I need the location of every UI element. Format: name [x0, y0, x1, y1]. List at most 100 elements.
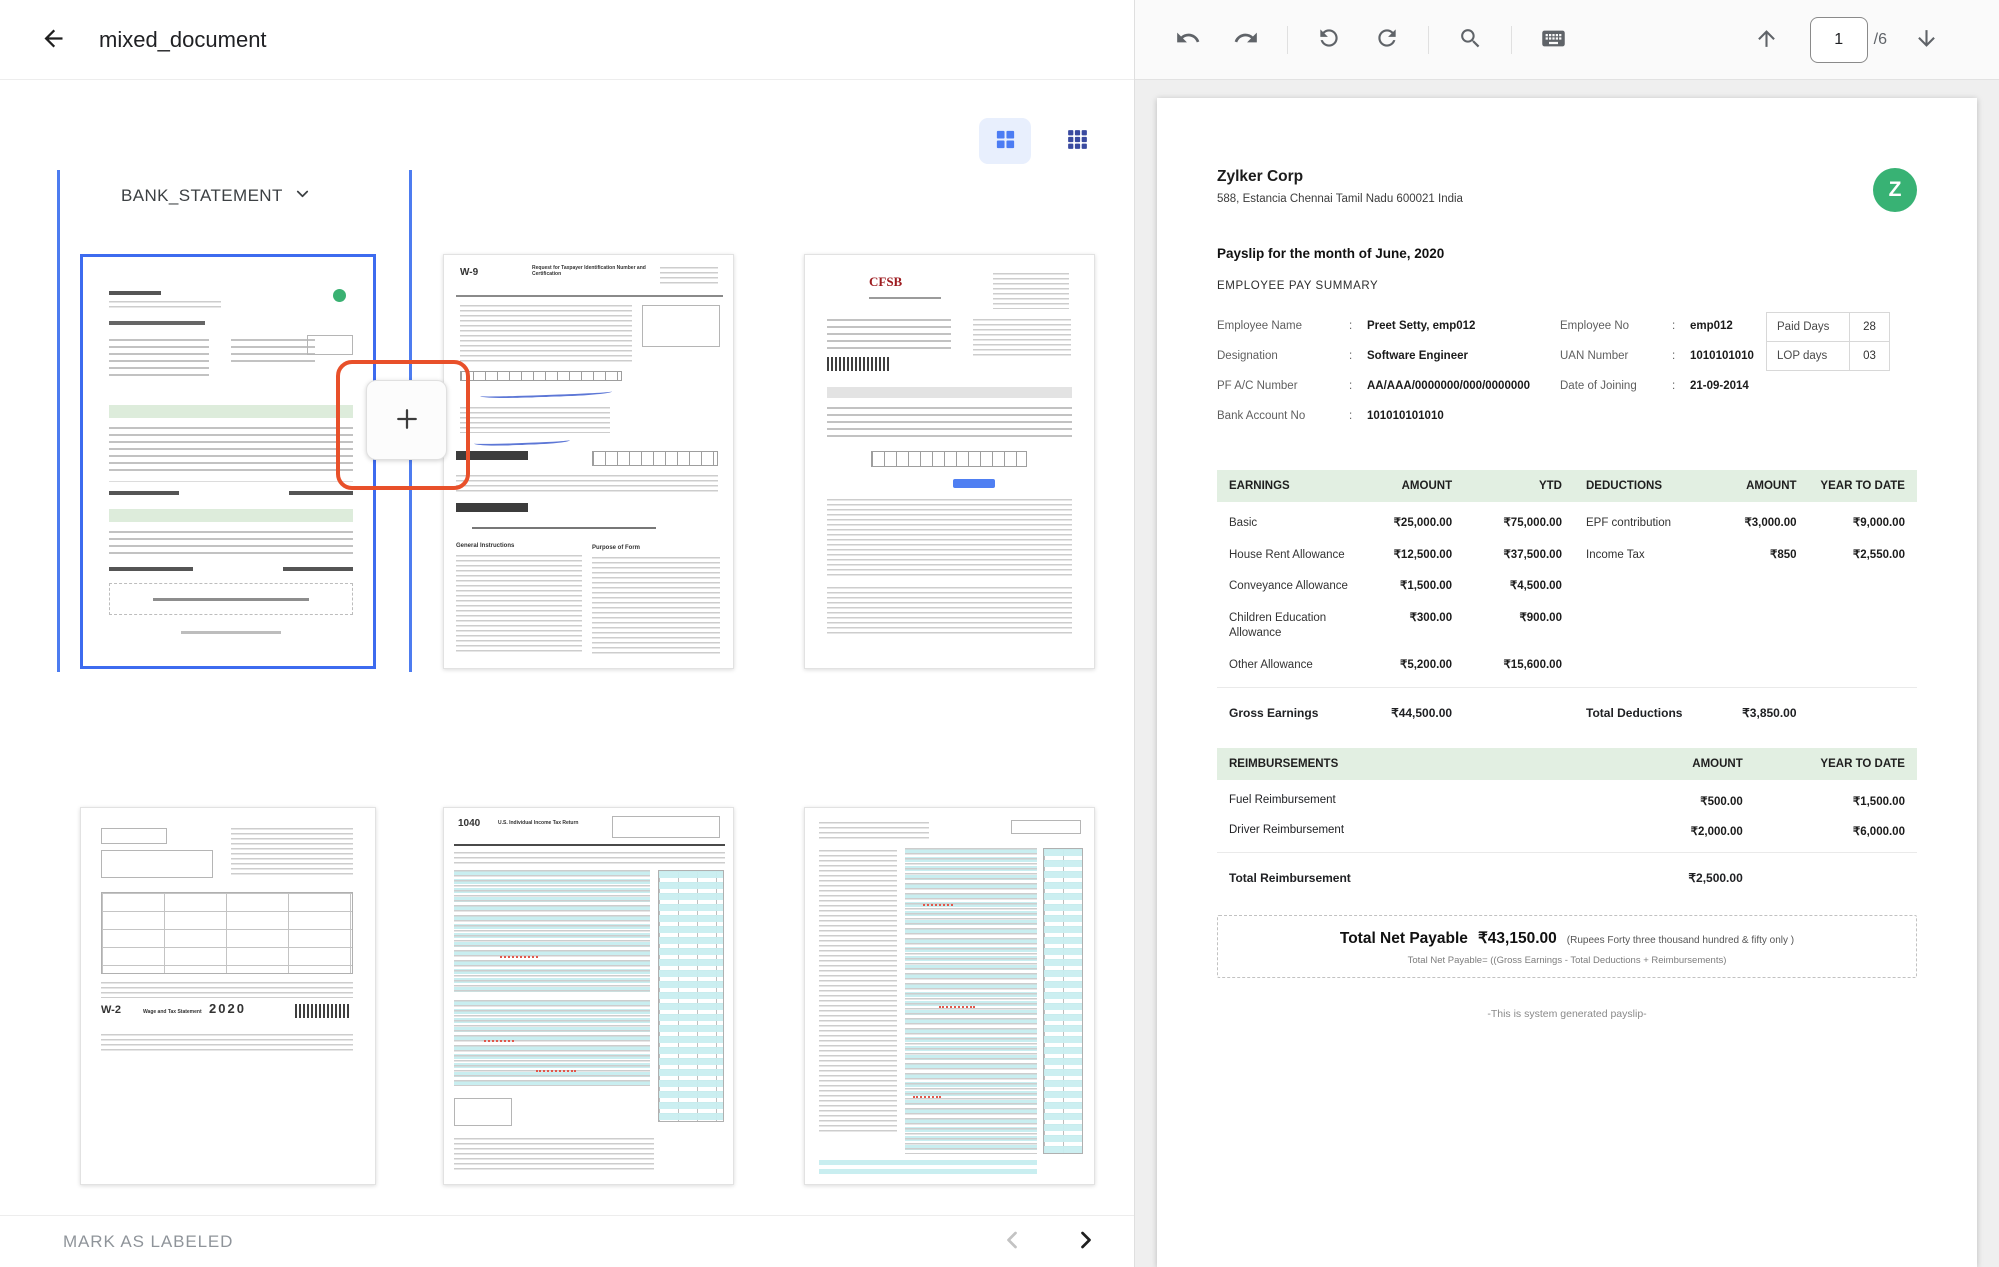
- colon: :: [1672, 378, 1690, 394]
- decor: [592, 451, 718, 466]
- back-arrow-icon: [40, 25, 67, 55]
- grid-3x3-dots-icon: [1065, 127, 1090, 155]
- search-button[interactable]: [1447, 17, 1493, 63]
- decor: [869, 297, 941, 299]
- f1040-form-number: 1040: [458, 818, 480, 830]
- previous-page-button[interactable]: [998, 1226, 1026, 1257]
- rotate-left-button[interactable]: [1306, 17, 1352, 63]
- deductions-header: DEDUCTIONS AMOUNT YEAR TO DATE: [1574, 470, 1917, 502]
- decor: [283, 567, 353, 571]
- decor: [905, 848, 1037, 1154]
- previous-document-page-button[interactable]: [1744, 17, 1790, 63]
- group-label-bank-statement[interactable]: BANK_STATEMENT: [121, 184, 312, 208]
- next-page-button[interactable]: [1072, 1226, 1100, 1257]
- barcode-decor: [295, 1004, 351, 1018]
- decor: [333, 289, 346, 302]
- decor: [109, 567, 193, 571]
- w9-section-heading: Purpose of Form: [592, 545, 640, 552]
- thumbnail-page-2-w9-form[interactable]: W-9 Request for Taxpayer Identification …: [443, 254, 734, 669]
- mark-as-labeled-button[interactable]: MARK AS LABELED: [63, 1232, 233, 1252]
- w9-form-number: W-9: [460, 267, 478, 279]
- decor: [460, 371, 622, 381]
- rotate-right-button[interactable]: [1364, 17, 1410, 63]
- handwriting-decor: [480, 387, 612, 400]
- w9-heading: Request for Taxpayer Identification Numb…: [532, 266, 652, 278]
- back-button[interactable]: [40, 25, 67, 55]
- grid-view-toggle[interactable]: [979, 118, 1031, 164]
- decor: [642, 305, 720, 347]
- table-row: House Rent Allowance₹12,500.00₹37,500.00: [1217, 540, 1574, 572]
- decor: [1043, 848, 1083, 1154]
- table-row: Driver Reimbursement₹2,000.00₹6,000.00: [1217, 816, 1917, 846]
- total-net-payable-box: Total Net Payable ₹43,150.00 (Rupees For…: [1217, 915, 1917, 978]
- add-page-to-group-button[interactable]: [366, 380, 447, 460]
- decor: [660, 267, 718, 285]
- thumbnail-page-5-1040-form[interactable]: 1040 U.S. Individual Income Tax Return: [443, 807, 734, 1185]
- page-number-input[interactable]: [1810, 17, 1868, 63]
- column-header: AMOUNT: [1601, 758, 1743, 770]
- field-row: UAN Number:1010101010: [1560, 348, 1754, 364]
- table-row: Conveyance Allowance₹1,500.00₹4,500.00: [1217, 571, 1574, 603]
- table-row: Other Allowance₹5,200.00₹15,600.00: [1217, 650, 1574, 682]
- decor: [456, 451, 528, 460]
- decor: [500, 956, 538, 958]
- f1040-heading: U.S. Individual Income Tax Return: [498, 821, 608, 827]
- field-row: Date of Joining:21-09-2014: [1560, 378, 1754, 394]
- column-header: AMOUNT: [1362, 480, 1452, 492]
- undo-button[interactable]: [1165, 17, 1211, 63]
- document-preview-area: Zylker Corp 588, Estancia Chennai Tamil …: [1135, 80, 1999, 1267]
- decor: [109, 491, 179, 495]
- total-deductions: Total Deductions ₹3,850.00: [1574, 688, 1917, 726]
- decor: [307, 335, 353, 355]
- decor: [181, 631, 281, 634]
- next-document-page-button[interactable]: [1903, 17, 1949, 63]
- days-label: Paid Days: [1767, 313, 1849, 341]
- left-footer: MARK AS LABELED: [0, 1215, 1134, 1267]
- w9-section-heading: General Instructions: [456, 543, 514, 550]
- app-window: mixed_document BANK_STATEMENT: [0, 0, 1999, 1267]
- decor: [109, 509, 353, 522]
- deductions-rows: EPF contribution₹3,000.00₹9,000.00 Incom…: [1574, 508, 1917, 571]
- pages-grid-area: BANK_STATEMENT: [0, 80, 1134, 1215]
- decor: [109, 291, 161, 295]
- lop-days-row: LOP days 03: [1767, 341, 1889, 370]
- decor: [289, 491, 353, 495]
- decor: [460, 305, 632, 363]
- thumbnail-page-6-tax-form[interactable]: [804, 807, 1095, 1185]
- decor: [827, 499, 1072, 577]
- preview-toolbar: /6: [1135, 0, 1999, 80]
- decor: [939, 1006, 975, 1008]
- redo-button[interactable]: [1223, 17, 1269, 63]
- thumbnail-page-4-w2-form[interactable]: W-2 Wage and Tax Statement 2020: [80, 807, 376, 1185]
- earnings-header: EARNINGS AMOUNT YTD: [1217, 470, 1574, 502]
- decor: [101, 892, 353, 974]
- redo-icon: [1233, 25, 1259, 54]
- field-value: AA/AAA/0000000/000/0000000: [1367, 378, 1530, 394]
- thumbnail-page-3-cfsb-statement[interactable]: CFSB: [804, 254, 1095, 669]
- thumbnail-page-1-payslip[interactable]: [80, 254, 376, 669]
- decor: [993, 273, 1069, 309]
- table-header-row: REIMBURSEMENTS AMOUNT YEAR TO DATE: [1217, 748, 1917, 780]
- rotate-cw-icon: [1374, 25, 1400, 54]
- group-boundary-line-left: [57, 170, 60, 672]
- undo-icon: [1175, 25, 1201, 54]
- view-toggles: [979, 118, 1090, 164]
- decor: [819, 822, 929, 840]
- colon: :: [1672, 348, 1690, 364]
- table-row: Income Tax₹850₹2,550.00: [1574, 540, 1917, 572]
- decor: [109, 427, 353, 473]
- decor: [101, 1034, 353, 1054]
- rotate-ccw-icon: [1316, 25, 1342, 54]
- dense-grid-view-toggle[interactable]: [1065, 127, 1090, 155]
- days-label: LOP days: [1767, 342, 1849, 370]
- company-logo: Z: [1873, 168, 1917, 212]
- colon: :: [1349, 408, 1367, 424]
- keyboard-shortcuts-button[interactable]: [1530, 17, 1576, 63]
- column-header: EARNINGS: [1229, 480, 1362, 492]
- field-label: PF A/C Number: [1217, 378, 1349, 394]
- decor: [456, 475, 718, 495]
- field-label: Employee Name: [1217, 318, 1349, 334]
- field-value: 1010101010: [1690, 348, 1754, 364]
- reimbursements-table: REIMBURSEMENTS AMOUNT YEAR TO DATE Fuel …: [1217, 748, 1917, 891]
- pay-summary-heading: EMPLOYEE PAY SUMMARY: [1217, 280, 1917, 292]
